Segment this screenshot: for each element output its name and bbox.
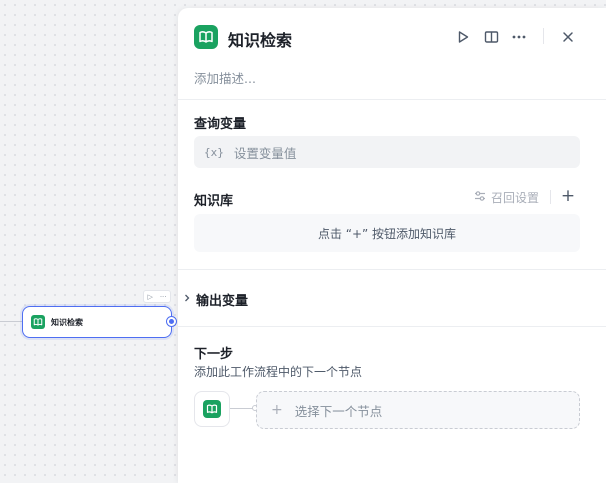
node-run-button[interactable]: ▷ (147, 293, 152, 301)
sliders-icon (474, 190, 486, 205)
next-step-description: 添加此工作流程中的下一个节点 (194, 365, 363, 379)
current-node-icon (194, 391, 230, 427)
book-icon (194, 25, 218, 49)
knowledge-base-title: 知识库 (194, 194, 234, 209)
node-config-panel: 知识检索 添加描述... 查询变量 {x} 设置变量值 知识库 召回设置 + 点… (178, 8, 606, 483)
play-icon[interactable] (454, 28, 472, 46)
recall-settings-button[interactable]: 召回设置 (474, 189, 539, 206)
query-variable-title: 查询变量 (194, 117, 247, 132)
book-icon (203, 400, 221, 418)
add-knowledge-button[interactable]: + (559, 186, 577, 206)
output-port[interactable] (167, 317, 176, 326)
incoming-edge (0, 321, 22, 322)
chevron-right-icon (184, 294, 190, 305)
divider (178, 269, 606, 270)
canvas-node-knowledge-search[interactable]: 知识检索 (22, 306, 172, 338)
next-step-title: 下一步 (194, 347, 234, 362)
header-divider (543, 28, 544, 44)
output-variable-toggle[interactable]: 输出变量 (184, 290, 248, 309)
variable-icon: {x} (204, 145, 224, 159)
select-next-node-button[interactable]: + 选择下一个节点 (256, 391, 580, 429)
knowledge-empty-state: 点击 “+” 按钮添加知识库 (194, 214, 580, 252)
more-icon[interactable] (510, 28, 528, 46)
query-variable-placeholder: 设置变量值 (233, 145, 297, 161)
select-next-node-label: 选择下一个节点 (294, 403, 383, 419)
node-label: 知识检索 (51, 317, 83, 327)
book-icon (31, 315, 45, 329)
panel-header: 知识检索 (178, 8, 606, 66)
output-variable-title: 输出变量 (196, 294, 249, 309)
recall-settings-label: 召回设置 (491, 191, 540, 205)
close-icon[interactable] (559, 28, 577, 46)
plus-icon: + (271, 402, 283, 418)
book-icon[interactable] (482, 28, 500, 46)
divider (178, 99, 606, 100)
divider (178, 326, 606, 327)
node-more-button[interactable]: ··· (160, 293, 167, 301)
panel-title: 知识检索 (228, 31, 293, 50)
query-variable-input[interactable]: {x} 设置变量值 (194, 136, 580, 168)
knowledge-divider (550, 190, 551, 204)
node-toolbar: ▷ ··· (143, 290, 171, 303)
description-input[interactable]: 添加描述... (194, 68, 256, 87)
